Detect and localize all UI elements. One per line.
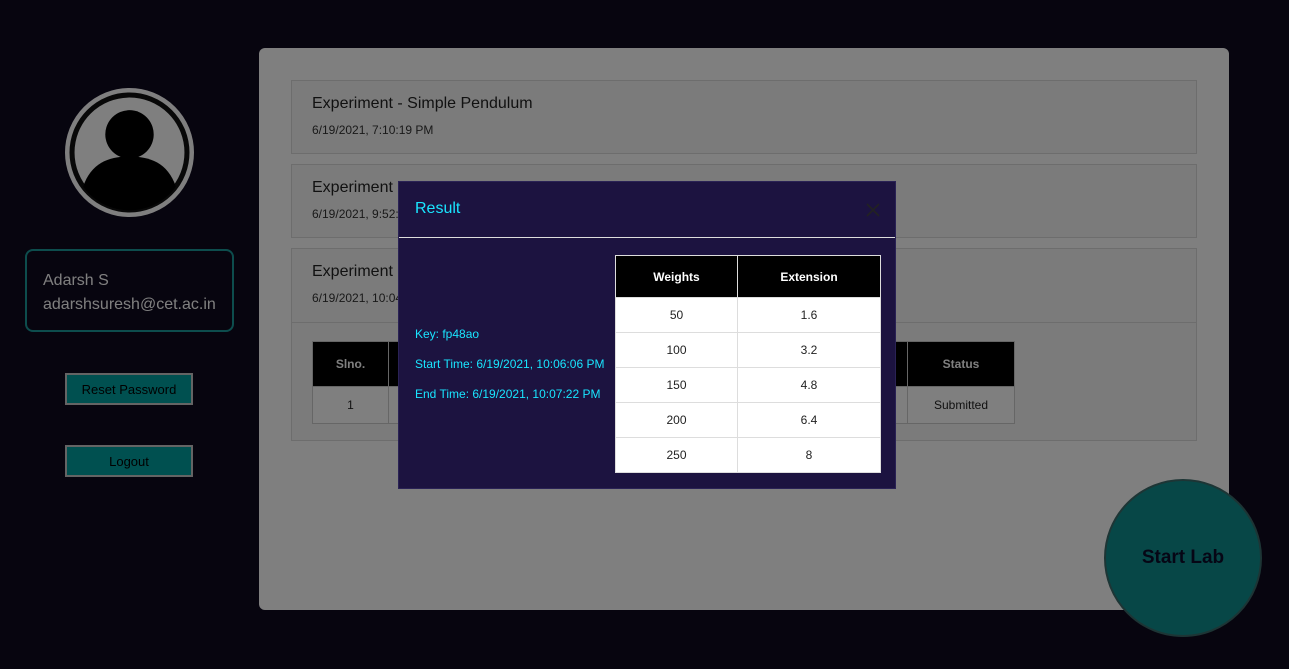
cell-weight: 250 [615, 437, 738, 473]
modal-title: Result [415, 200, 461, 217]
result-modal: Result Key: fp48ao Start Time: 6/19/2021… [398, 181, 896, 489]
result-data-table: Weights Extension 50 1.6 100 3.2 150 4.8… [615, 255, 881, 473]
cell-extension: 1.6 [737, 297, 881, 333]
cell-extension: 4.8 [737, 367, 881, 403]
cell-weight: 50 [615, 297, 738, 333]
table-row: 100 3.2 [615, 332, 881, 368]
column-header-weights: Weights [615, 255, 738, 298]
cell-extension: 3.2 [737, 332, 881, 368]
cell-weight: 100 [615, 332, 738, 368]
table-row: 200 6.4 [615, 402, 881, 438]
result-key: Key: fp48ao [415, 327, 480, 341]
cell-weight: 150 [615, 367, 738, 403]
cell-extension: 8 [737, 437, 881, 473]
modal-header: Result [399, 182, 895, 238]
result-start-time: Start Time: 6/19/2021, 10:06:06 PM [415, 357, 605, 371]
column-header-extension: Extension [737, 255, 881, 298]
table-row: 250 8 [615, 437, 881, 473]
table-row: 150 4.8 [615, 367, 881, 403]
table-header-row: Weights Extension [615, 255, 881, 298]
cell-extension: 6.4 [737, 402, 881, 438]
close-icon[interactable] [865, 202, 881, 218]
table-row: 50 1.6 [615, 297, 881, 333]
cell-weight: 200 [615, 402, 738, 438]
result-end-time: End Time: 6/19/2021, 10:07:22 PM [415, 387, 601, 401]
